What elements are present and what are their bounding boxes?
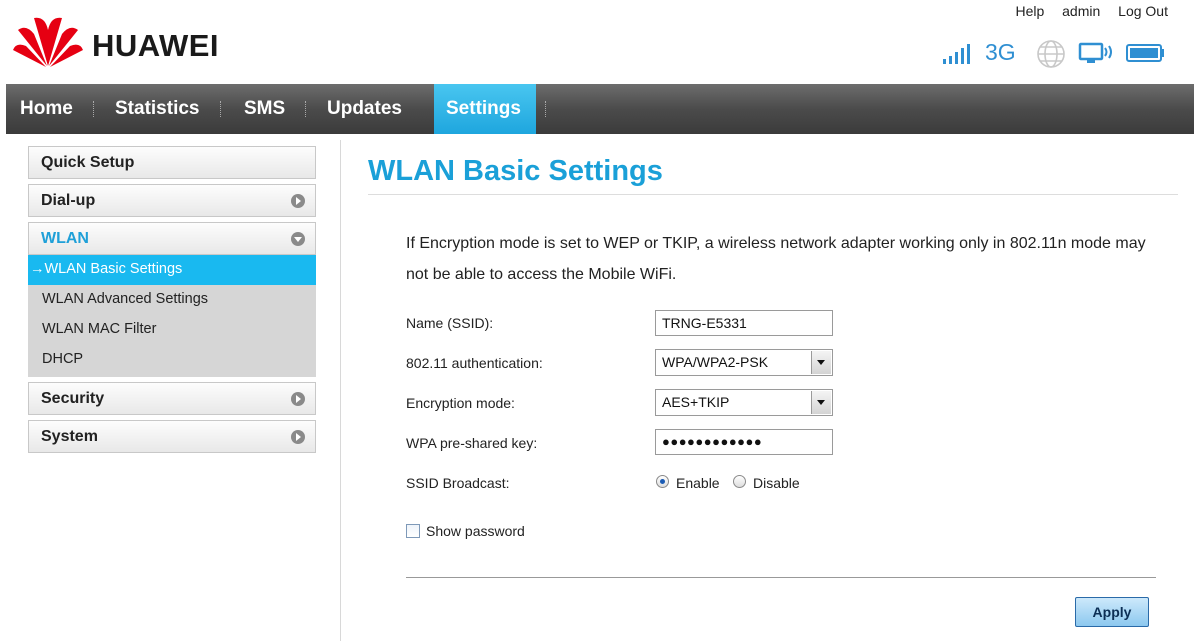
nav-divider	[305, 101, 307, 117]
main-nav: Home Statistics SMS Updates Settings	[6, 84, 1194, 134]
user-link[interactable]: admin	[1062, 3, 1100, 19]
submenu-item-wlan-basic-settings[interactable]: →WLAN Basic Settings	[28, 255, 316, 285]
broadcast-enable-label[interactable]: Enable	[676, 475, 720, 491]
form-divider	[406, 577, 1156, 578]
encryption-select[interactable]: AES+TKIP	[655, 389, 833, 416]
sidebar-item-label: WLAN	[41, 230, 89, 247]
sidebar-item-system[interactable]: System	[28, 420, 316, 453]
broadcast-disable-radio[interactable]	[733, 475, 746, 488]
ssid-broadcast-label: SSID Broadcast:	[406, 475, 510, 491]
nav-divider	[220, 101, 222, 117]
brand-name: HUAWEI	[92, 28, 219, 63]
logout-link[interactable]: Log Out	[1118, 3, 1168, 19]
auth-select-value: WPA/WPA2-PSK	[662, 354, 769, 370]
notice-text: If Encryption mode is set to WEP or TKIP…	[406, 235, 1146, 283]
sidebar-item-dial-up[interactable]: Dial-up	[28, 184, 316, 217]
sidebar-item-label: Dial-up	[41, 192, 96, 209]
network-type: 3G	[985, 39, 1016, 65]
tab-home[interactable]: Home	[8, 84, 85, 134]
sidebar-item-label: System	[41, 428, 98, 445]
ssid-input[interactable]	[655, 310, 833, 336]
sidebar-item-quick-setup[interactable]: Quick Setup	[28, 146, 316, 179]
show-password-checkbox[interactable]	[406, 524, 420, 538]
tab-settings[interactable]: Settings	[434, 84, 536, 134]
chevron-down-icon	[291, 232, 305, 246]
nav-divider	[545, 101, 547, 117]
show-password-label[interactable]: Show password	[426, 523, 525, 539]
encryption-select-value: AES+TKIP	[662, 394, 730, 410]
tab-sms[interactable]: SMS	[232, 84, 297, 134]
apply-button[interactable]: Apply	[1075, 597, 1149, 627]
auth-label: 802.11 authentication:	[406, 355, 543, 371]
submenu-item-wlan-advanced-settings[interactable]: WLAN Advanced Settings	[28, 285, 316, 315]
dropdown-arrow-icon[interactable]	[811, 351, 831, 374]
signal-strength-icon	[943, 44, 970, 64]
page-title: WLAN Basic Settings	[368, 155, 663, 187]
encryption-label: Encryption mode:	[406, 395, 515, 411]
psk-input[interactable]: ●●●●●●●●●●●●	[655, 429, 833, 455]
wlan-submenu: →WLAN Basic Settings WLAN Advanced Setti…	[28, 255, 316, 377]
tab-statistics[interactable]: Statistics	[103, 84, 211, 134]
submenu-item-dhcp[interactable]: DHCP	[28, 345, 316, 375]
chevron-right-icon	[291, 194, 305, 208]
help-link[interactable]: Help	[1015, 3, 1044, 19]
broadcast-enable-radio[interactable]	[656, 475, 669, 488]
chevron-right-icon	[291, 392, 305, 406]
top-links: Help admin Log Out	[1001, 3, 1168, 19]
chevron-right-icon	[291, 430, 305, 444]
sidebar-item-security[interactable]: Security	[28, 382, 316, 415]
sidebar-item-label: Quick Setup	[41, 154, 135, 171]
nav-divider	[93, 101, 95, 117]
huawei-logo-icon	[13, 17, 83, 67]
psk-label: WPA pre-shared key:	[406, 435, 538, 451]
sidebar: Quick Setup Dial-up WLAN →WLAN Basic Set…	[28, 146, 316, 458]
title-divider	[368, 194, 1178, 195]
sidebar-item-wlan[interactable]: WLAN	[28, 222, 316, 255]
ssid-label: Name (SSID):	[406, 315, 494, 331]
auth-select[interactable]: WPA/WPA2-PSK	[655, 349, 833, 376]
submenu-item-wlan-mac-filter[interactable]: WLAN MAC Filter	[28, 315, 316, 345]
wifi-device-icon	[1078, 42, 1112, 63]
tab-updates[interactable]: Updates	[315, 84, 414, 134]
content-divider	[340, 140, 341, 641]
dropdown-arrow-icon[interactable]	[811, 391, 831, 414]
header: HUAWEI Help admin Log Out 3G	[0, 0, 1194, 84]
broadcast-disable-label[interactable]: Disable	[753, 475, 800, 491]
battery-icon	[1126, 44, 1164, 62]
sidebar-item-label: Security	[41, 390, 105, 407]
globe-icon	[1037, 40, 1065, 68]
